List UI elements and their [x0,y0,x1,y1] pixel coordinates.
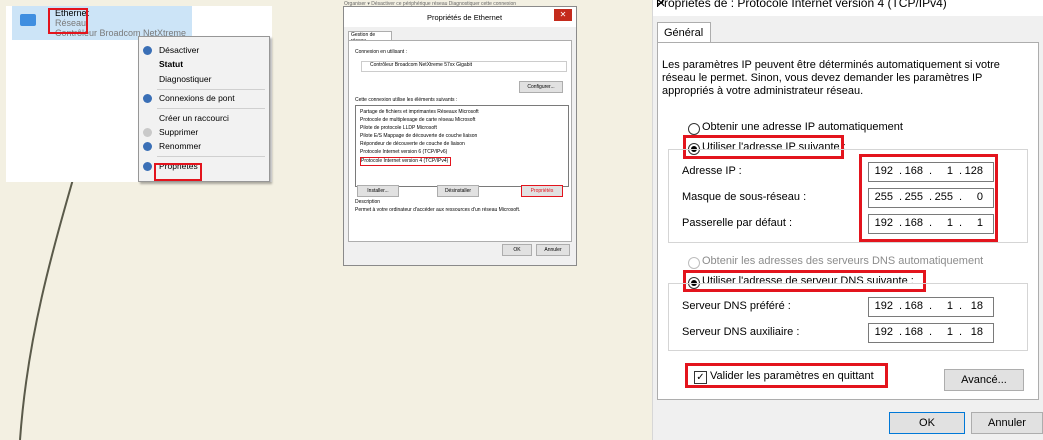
ethernet-title-bar: Propriétés de Ethernet ✕ [344,7,576,27]
general-tab-body: Les paramètres IP peuvent être déterminé… [657,42,1039,400]
menu-item-delete[interactable]: Supprimer [159,127,198,137]
menu-separator [157,108,265,109]
subnet-mask-label: Masque de sous-réseau : [682,191,807,203]
install-button[interactable]: Installer... [357,185,399,197]
ip-auto-label: Obtenir une adresse IP automatiquement [702,121,903,133]
configure-button[interactable]: Configurer... [519,81,563,93]
menu-item-shortcut[interactable]: Créer un raccourci [159,113,229,123]
network-adapter-icon [20,14,36,26]
list-item[interactable]: Pilote E/S Mappage de découverte de couc… [360,133,477,140]
ethernet-properties-dialog: Organiser ▾ Désactiver ce périphérique r… [343,1,577,266]
cancel-button[interactable]: Annuler [536,244,570,256]
dns-alternate-label: Serveur DNS auxiliaire : [682,326,800,338]
description-label: Description [355,199,381,205]
intro-text: Les paramètres IP peuvent être déterminé… [662,59,1000,97]
ok-button[interactable]: OK [889,412,965,434]
highlight-box [154,163,202,181]
tab-general[interactable]: Général [657,22,711,43]
list-item[interactable]: Répondeur de découverte de couche de lia… [360,141,465,148]
uninstall-button[interactable]: Désinstaller [437,185,479,197]
ethernet-adapter-item[interactable]: Ethernet Réseau Contrôleur Broadcom NetX… [12,6,192,40]
dns-alternate-field[interactable]: 192. 168. 1. 18 [868,323,994,343]
ipv4-properties-dialog: Propriétés de : Protocole Internet versi… [652,0,1043,440]
list-item-ipv4[interactable]: Protocole Internet version 4 (TCP/IPv4) [360,157,452,166]
properties-button[interactable]: Propriétés [521,185,563,197]
menu-item-status[interactable]: Statut [159,59,183,69]
menu-item-bridge[interactable]: Connexions de pont [159,93,235,103]
shield-icon [143,142,152,151]
ethernet-dialog-title: Propriétés de Ethernet [427,13,503,22]
shield-icon [143,94,152,103]
title-bar: Propriétés de : Protocole Internet versi… [653,0,1043,16]
list-item[interactable]: Protocole Internet version 6 (TCP/IPv6) [360,149,447,156]
ok-button[interactable]: OK [502,244,532,256]
menu-item-rename[interactable]: Renommer [159,141,201,151]
highlight-box [685,363,888,388]
connect-using-label: Connexion en utilisant : [355,49,407,55]
close-icon[interactable]: ✕ [656,0,1038,10]
shield-icon [143,162,152,171]
items-heading: Cette connexion utilise les éléments sui… [355,97,458,103]
shield-icon [143,128,152,137]
menu-item-disable[interactable]: Désactiver [159,45,199,55]
menu-item-diagnose[interactable]: Diagnostiquer [159,74,211,84]
dns-auto-label: Obtenir les adresses des serveurs DNS au… [702,255,984,267]
radio-ip-auto[interactable] [688,123,700,135]
context-menu: Désactiver Statut Diagnostiquer Connexio… [138,36,270,182]
shield-icon [143,46,152,55]
close-button[interactable]: ✕ [554,9,572,21]
ethernet-tab-body: Connexion en utilisant : Contrôleur Broa… [348,40,572,242]
components-list: Partage de fichiers et imprimantes Résea… [355,105,569,187]
description-text: Permet à votre ordinateur d'accéder aux … [355,207,521,213]
ip-address-label: Adresse IP : [682,165,742,177]
cancel-button[interactable]: Annuler [971,412,1043,434]
radio-dns-auto[interactable] [688,257,700,269]
menu-separator [157,156,265,157]
list-item[interactable]: Partage de fichiers et imprimantes Résea… [360,109,479,116]
gateway-label: Passerelle par défaut : [682,217,793,229]
network-connections-panel: Ethernet Réseau Contrôleur Broadcom NetX… [6,6,272,182]
dns-preferred-field[interactable]: 192. 168. 1. 18 [868,297,994,317]
advanced-button[interactable]: Avancé... [944,369,1024,391]
dns-preferred-label: Serveur DNS préféré : [682,300,791,312]
highlight-box [859,154,998,242]
highlight-box [48,8,88,34]
list-item[interactable]: Pilote de protocole LLDP Microsoft [360,125,437,132]
menu-separator [157,89,265,90]
adapter-field: Contrôleur Broadcom NetXtreme 57xx Gigab… [361,61,567,72]
list-item[interactable]: Protocole de multiplexage de carte résea… [360,117,475,124]
